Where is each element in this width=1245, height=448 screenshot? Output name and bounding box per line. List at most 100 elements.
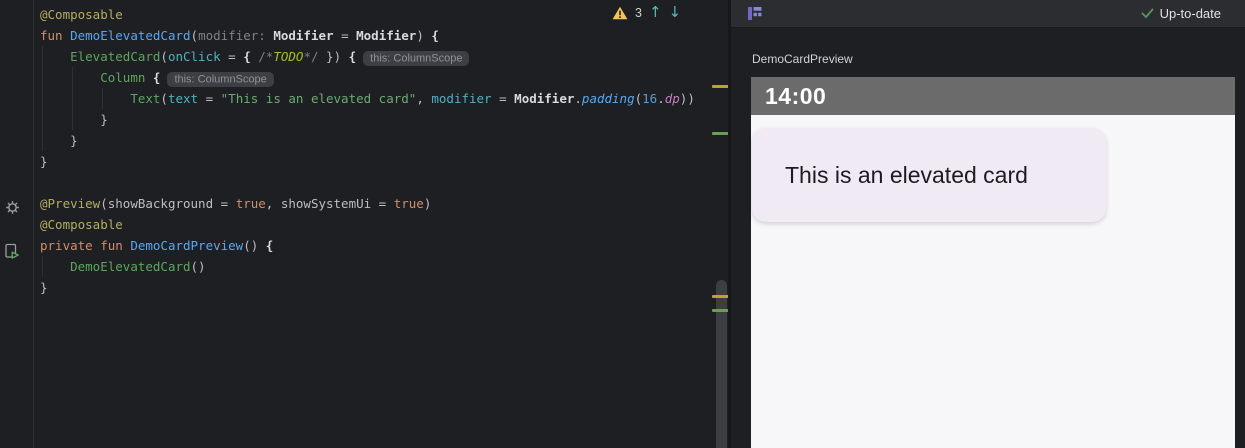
code-token: }: [40, 280, 48, 295]
inlay-hint[interactable]: this: ColumnScope: [167, 72, 273, 87]
code-token: {: [266, 238, 274, 253]
code-token: [40, 259, 70, 274]
code-token: DemoElevatedCard: [70, 259, 190, 274]
code-token: =: [221, 49, 244, 64]
code-token: .: [574, 91, 582, 106]
device-preview[interactable]: 14:00 This is an elevated card: [751, 77, 1235, 448]
code-token: dp: [665, 91, 680, 106]
code-token: {: [153, 70, 161, 85]
code-line[interactable]: DemoElevatedCard(): [40, 256, 695, 277]
stripe-marker-ok[interactable]: [712, 132, 729, 135]
inlay-hint[interactable]: this: ColumnScope: [363, 51, 469, 66]
code-token: (): [191, 259, 206, 274]
code-token: true: [236, 196, 266, 211]
code-token: }: [40, 133, 78, 148]
warning-icon[interactable]: [612, 6, 628, 20]
code-token: "This is an elevated card": [221, 91, 417, 106]
code-token: TODO: [273, 49, 303, 64]
scrollbar-thumb[interactable]: [716, 280, 727, 448]
gutter-separator: [33, 0, 34, 448]
run-preview-button[interactable]: [5, 243, 21, 259]
code-token: }: [40, 112, 108, 127]
code-token: ElevatedCard: [70, 49, 160, 64]
code-token: =: [334, 28, 357, 43]
code-token: modifier:: [198, 28, 273, 43]
preview-name-label[interactable]: DemoCardPreview: [752, 52, 853, 66]
code-token: (): [243, 238, 266, 253]
code-token: }): [319, 49, 349, 64]
status-bar-time: 14:00: [765, 83, 826, 110]
code-token: .: [657, 91, 665, 106]
card-text: This is an elevated card: [785, 162, 1028, 189]
code-line[interactable]: }: [40, 277, 695, 298]
preview-settings-button[interactable]: [5, 200, 21, 216]
code-line[interactable]: [40, 172, 695, 193]
inspection-widget: 3 ↑ ↓: [612, 5, 681, 20]
gear-icon: [5, 200, 20, 215]
code-line[interactable]: fun DemoElevatedCard(modifier: Modifier …: [40, 25, 695, 46]
code-token: (: [160, 49, 168, 64]
preview-toolbar: Up-to-date: [731, 0, 1245, 28]
code-token: ): [424, 196, 432, 211]
build-status-label: Up-to-date: [1160, 6, 1221, 21]
code-token: [40, 91, 130, 106]
code-line[interactable]: ElevatedCard(onClick = { /*TODO*/ }) {th…: [40, 46, 695, 67]
code-line[interactable]: @Preview(showBackground = true, showSyst…: [40, 193, 695, 214]
code-token: */: [303, 49, 318, 64]
code-token: (: [160, 91, 168, 106]
code-token: fun: [40, 28, 70, 43]
code-token: [40, 49, 70, 64]
warning-count: 3: [635, 6, 642, 20]
code-token: modifier: [431, 91, 491, 106]
code-token: @Preview: [40, 196, 100, 211]
preview-panel: Up-to-date DemoCardPreview 14:00 This is…: [731, 0, 1245, 448]
code-token: [145, 70, 153, 85]
grid-layout-icon: [748, 7, 762, 20]
code-token: @Composable: [40, 7, 123, 22]
code-editor[interactable]: @Composablefun DemoElevatedCard(modifier…: [0, 0, 731, 448]
code-token: true: [394, 196, 424, 211]
code-token: (: [635, 91, 643, 106]
code-token: Column: [100, 70, 145, 85]
check-icon: [1141, 8, 1154, 19]
code-token: text: [168, 91, 198, 106]
previous-highlight-arrow-icon[interactable]: ↑: [649, 5, 662, 20]
code-token: =: [198, 91, 221, 106]
code-token: }: [40, 154, 48, 169]
code-token: @Composable: [40, 217, 123, 232]
code-line[interactable]: @Composable: [40, 4, 695, 25]
code-token: ,: [416, 91, 431, 106]
stripe-marker-ok[interactable]: [712, 309, 729, 312]
code-line[interactable]: Column { this: ColumnScope: [40, 67, 695, 88]
code-token: [40, 70, 100, 85]
code-token: /*: [258, 49, 273, 64]
code-line[interactable]: }: [40, 109, 695, 130]
code-token: {: [431, 28, 439, 43]
code-token: , showSystemUi =: [266, 196, 394, 211]
code-line[interactable]: }: [40, 151, 695, 172]
ide-window: @Composablefun DemoElevatedCard(modifier…: [0, 0, 1245, 448]
code-lines: @Composablefun DemoElevatedCard(modifier…: [40, 4, 695, 298]
code-token: Modifier: [356, 28, 416, 43]
build-status[interactable]: Up-to-date: [1141, 6, 1221, 21]
code-token: 16: [642, 91, 657, 106]
code-line[interactable]: @Composable: [40, 214, 695, 235]
code-token: onClick: [168, 49, 221, 64]
stripe-marker-warning[interactable]: [712, 85, 729, 88]
code-token: padding: [582, 91, 635, 106]
elevated-card: This is an elevated card: [752, 128, 1106, 222]
next-highlight-arrow-icon[interactable]: ↓: [669, 5, 682, 20]
code-token: DemoCardPreview: [130, 238, 243, 253]
code-token: (: [191, 28, 199, 43]
stripe-marker-warning[interactable]: [712, 295, 729, 298]
device-status-bar: 14:00: [751, 77, 1235, 115]
code-token: {: [349, 49, 357, 64]
code-token: =: [492, 91, 515, 106]
code-token: (showBackground =: [100, 196, 235, 211]
grid-mode-button[interactable]: [748, 7, 762, 20]
run-preview-icon: [5, 243, 20, 260]
code-line[interactable]: Text(text = "This is an elevated card", …: [40, 88, 695, 109]
code-line[interactable]: private fun DemoCardPreview() {: [40, 235, 695, 256]
code-line[interactable]: }: [40, 130, 695, 151]
code-token: )): [680, 91, 695, 106]
